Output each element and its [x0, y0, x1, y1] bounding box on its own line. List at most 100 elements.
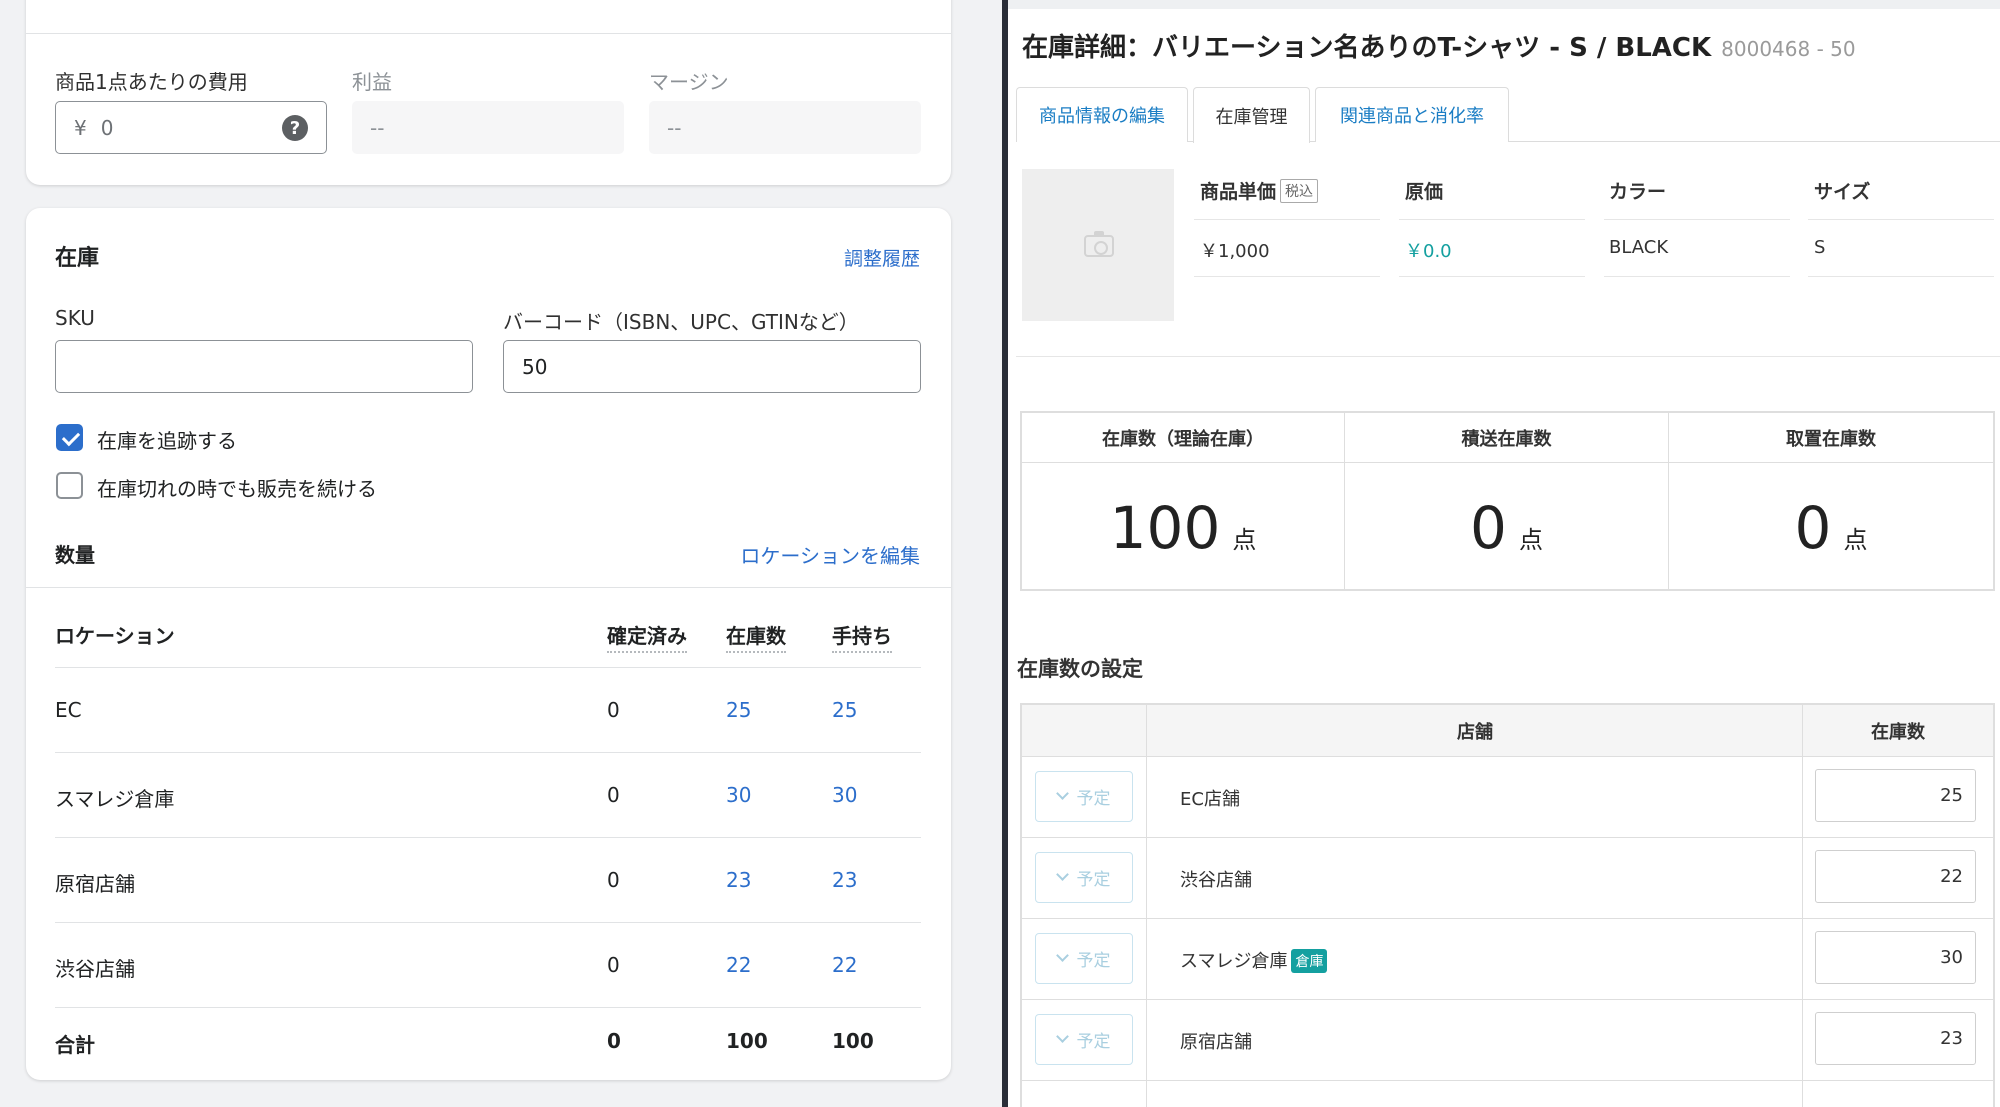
barcode-input[interactable]: 50 — [503, 340, 921, 393]
col-location: ロケーション — [55, 624, 175, 648]
settings-row: 予定 スマレジ倉庫 倉庫 30 — [1022, 919, 1993, 1000]
stock-summary-cell: 積送在庫数 0 点 — [1345, 413, 1669, 589]
quantity-title: 数量 — [55, 543, 95, 567]
plan-button[interactable]: 予定 — [1035, 933, 1133, 984]
edit-locations-link[interactable]: ロケーションを編集 — [740, 540, 920, 569]
settings-header-row: 店舗 在庫数 — [1022, 705, 1993, 757]
color-header: カラー — [1609, 181, 1667, 203]
top-bar — [1008, 0, 2000, 9]
attr-divider — [1194, 276, 1380, 277]
stock-summary-value: 0 — [1794, 494, 1832, 562]
unit-price-label: 商品単価 — [1200, 181, 1277, 203]
stock-qty-input[interactable]: 22 — [1815, 850, 1976, 903]
plan-button[interactable]: 予定 — [1035, 771, 1133, 822]
plan-button[interactable]: 予定 — [1035, 1014, 1133, 1065]
location-name: 渋谷店舗 — [55, 957, 135, 981]
tax-included-badge: 税込 — [1280, 179, 1319, 203]
adjustment-history-link[interactable]: 調整履歴 — [844, 244, 920, 271]
tab-edit-product[interactable]: 商品情報の編集 — [1016, 87, 1188, 142]
on-hand-value[interactable]: 22 — [832, 953, 857, 977]
settings-row: 予定 EC店舗 25 — [1022, 757, 1993, 838]
store-name-wrap: スマレジ倉庫 倉庫 — [1180, 947, 1328, 973]
cost-value-detail: ￥0.0 — [1405, 241, 1452, 262]
stock-summary-unit: 点 — [1843, 525, 1868, 554]
available-value[interactable]: 25 — [726, 698, 751, 722]
settings-row: 予定 渋谷店舗 22 — [1022, 838, 1993, 919]
plan-button-label: 予定 — [1076, 870, 1111, 890]
total-available: 100 — [726, 1029, 768, 1053]
size-header: サイズ — [1814, 181, 1871, 203]
stock-summary-value-wrap: 0 点 — [1345, 468, 1668, 588]
stock-summary-unit: 点 — [1232, 525, 1257, 554]
available-value[interactable]: 30 — [726, 783, 751, 807]
tab-related-products[interactable]: 関連商品と消化率 — [1315, 87, 1509, 142]
stock-qty-input[interactable]: 25 — [1815, 769, 1976, 822]
on-hand-value[interactable]: 25 — [832, 698, 857, 722]
tab-inventory[interactable]: 在庫管理 — [1193, 87, 1310, 143]
barcode-value: 50 — [522, 354, 548, 379]
total-committed: 0 — [607, 1029, 621, 1053]
plan-button-label: 予定 — [1076, 951, 1111, 971]
row-divider — [55, 667, 921, 668]
on-hand-value[interactable]: 30 — [832, 783, 857, 807]
section-separator — [1016, 356, 2000, 404]
plan-button-label: 予定 — [1076, 789, 1111, 809]
stock-summary-unit: 点 — [1518, 525, 1543, 554]
profit-label: 利益 — [352, 70, 392, 94]
continue-selling-checkbox[interactable] — [56, 472, 83, 499]
attr-divider — [1194, 219, 1380, 220]
chevron-down-icon — [1055, 787, 1069, 800]
detail-title-text: 在庫詳細：バリエーション名ありのT-シャツ - S / BLACK — [1022, 33, 1712, 63]
attr-divider — [1808, 219, 1994, 220]
cost-value: 0 — [100, 115, 114, 140]
cost-per-item-input[interactable]: ¥ 0 ? — [55, 101, 327, 154]
col-qty: 在庫数 — [1871, 722, 1925, 743]
on-hand-value[interactable]: 23 — [832, 868, 857, 892]
card-divider — [26, 33, 951, 34]
row-divider — [55, 922, 921, 923]
attr-divider — [1808, 276, 1994, 277]
row-divider — [55, 837, 921, 838]
store-name: EC店舗 — [1180, 789, 1240, 810]
location-name: EC — [55, 698, 82, 722]
stock-summary-cell: 在庫数（理論在庫） 100 点 — [1022, 413, 1345, 589]
attr-divider — [1399, 219, 1585, 220]
col-store: 店舗 — [1457, 722, 1493, 743]
stock-summary-value: 100 — [1109, 494, 1221, 562]
cost-card: 商品1点あたりの費用 ¥ 0 ? 利益 -- マージン -- — [26, 0, 951, 185]
stock-qty-input[interactable]: 23 — [1815, 1012, 1976, 1065]
help-icon[interactable]: ? — [282, 115, 308, 141]
size-value: S — [1814, 237, 1826, 258]
total-label: 合計 — [55, 1033, 95, 1057]
stock-summary-label: 積送在庫数 — [1345, 413, 1668, 463]
chevron-down-icon — [1055, 1030, 1069, 1043]
col-committed[interactable]: 確定済み — [607, 620, 687, 653]
camera-icon — [1084, 231, 1114, 257]
track-inventory-checkbox[interactable] — [56, 424, 83, 451]
available-value[interactable]: 23 — [726, 868, 751, 892]
continue-selling-label: 在庫切れの時でも販売を続ける — [97, 477, 377, 501]
inventory-title: 在庫 — [55, 246, 100, 271]
color-value: BLACK — [1609, 237, 1669, 258]
margin-value: -- — [667, 115, 682, 140]
sku-input[interactable] — [55, 340, 473, 393]
stock-qty-input[interactable]: 30 — [1815, 931, 1976, 984]
barcode-label: バーコード（ISBN、UPC、GTINなど） — [503, 310, 859, 334]
chevron-down-icon — [1055, 949, 1069, 962]
location-name: スマレジ倉庫 — [55, 787, 175, 811]
available-value[interactable]: 22 — [726, 953, 751, 977]
col-on-hand[interactable]: 手持ち — [832, 620, 892, 653]
unit-price-value: ￥1,000 — [1200, 241, 1270, 262]
stock-settings-title: 在庫数の設定 — [1017, 657, 1143, 681]
stock-settings-table: 店舗 在庫数 予定 EC店舗 25 予定 渋谷店舗 22 予定 スマレジ倉庫 倉庫… — [1020, 703, 1995, 1107]
unit-price-header: 商品単価 税込 — [1200, 177, 1319, 204]
total-on-hand: 100 — [832, 1029, 874, 1053]
table-top-divider — [26, 587, 951, 588]
plan-button[interactable]: 予定 — [1035, 852, 1133, 903]
row-divider — [55, 752, 921, 753]
cost-per-item-label: 商品1点あたりの費用 — [55, 70, 248, 94]
stock-summary-value-wrap: 100 点 — [1022, 468, 1344, 588]
col-available[interactable]: 在庫数 — [726, 620, 786, 653]
stock-summary-table: 在庫数（理論在庫） 100 点 積送在庫数 0 点 取置在庫数 0 点 — [1020, 411, 1995, 591]
chevron-down-icon — [1055, 868, 1069, 881]
